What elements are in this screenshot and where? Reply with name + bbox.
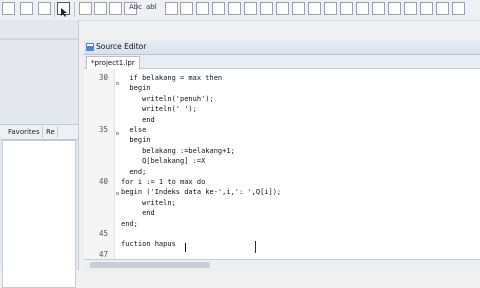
- tool-button[interactable]: [372, 2, 385, 15]
- source-editor-header: Source Editor: [84, 40, 480, 55]
- tab-re[interactable]: Re: [44, 126, 58, 138]
- line-number: 45: [98, 229, 108, 238]
- tool-button[interactable]: [388, 2, 401, 15]
- code-line[interactable]: end;: [121, 167, 146, 177]
- tool-button[interactable]: [244, 2, 257, 15]
- tool-button[interactable]: [20, 2, 33, 15]
- tool-button[interactable]: [276, 2, 289, 15]
- tool-button[interactable]: [356, 2, 369, 15]
- pointer-tool-button[interactable]: [57, 2, 70, 17]
- tool-button[interactable]: [109, 2, 122, 15]
- code-area[interactable]: if belakang = max then begin writeln('pe…: [121, 69, 480, 270]
- source-editor-title: Source Editor: [96, 42, 147, 51]
- line-number: [84, 94, 108, 104]
- tool-button[interactable]: [260, 2, 273, 15]
- code-line[interactable]: for i := 1 to max do: [121, 177, 205, 187]
- left-dock-tabs: Favorites Re: [0, 124, 78, 140]
- dock-strip: [0, 38, 78, 40]
- mouse-ibeam-cursor: [255, 241, 256, 253]
- editor-tab-bar: *project1.lpr: [84, 55, 480, 69]
- tool-button[interactable]: [452, 2, 465, 15]
- line-number: [84, 115, 108, 125]
- left-dock-panel: [2, 140, 76, 288]
- line-number: [84, 187, 108, 197]
- line-number: [84, 167, 108, 177]
- horizontal-scrollbar[interactable]: [84, 259, 480, 271]
- fold-marker[interactable]: [116, 82, 119, 85]
- tool-button[interactable]: [94, 2, 107, 15]
- line-number: [84, 146, 108, 156]
- tool-button[interactable]: [308, 2, 321, 15]
- left-dock: Favorites Re: [0, 20, 79, 288]
- tool-button[interactable]: [2, 2, 15, 15]
- line-number: 40: [98, 177, 108, 186]
- code-line[interactable]: end: [121, 208, 155, 218]
- line-number-gutter: 30 35 40 45 47: [84, 69, 115, 270]
- line-number: [84, 198, 108, 208]
- line-number: 35: [98, 125, 108, 134]
- line-number: [84, 135, 108, 145]
- tool-button[interactable]: [165, 2, 178, 15]
- tab-favorites[interactable]: Favorites: [6, 126, 43, 138]
- code-line[interactable]: begin: [121, 135, 150, 145]
- text-caret: [185, 243, 186, 252]
- tool-button[interactable]: [228, 2, 241, 15]
- line-number: [84, 208, 108, 218]
- code-line[interactable]: if belakang = max then: [121, 73, 222, 83]
- tool-button[interactable]: [180, 2, 193, 15]
- tool-button[interactable]: [38, 2, 51, 15]
- code-line[interactable]: begin ('Indeks data ke-',i,': ',Q[i]);: [121, 187, 281, 197]
- tool-button[interactable]: [212, 2, 225, 15]
- label-tool-text[interactable]: Abc: [129, 3, 142, 11]
- line-number: [84, 83, 108, 93]
- code-line[interactable]: belakang :=belakang+1;: [121, 146, 235, 156]
- fold-marker[interactable]: [116, 132, 119, 135]
- tool-button[interactable]: [340, 2, 353, 15]
- edit-tool-text[interactable]: abl: [146, 3, 157, 11]
- tool-button[interactable]: [436, 2, 449, 15]
- tool-button[interactable]: [79, 2, 92, 15]
- code-line[interactable]: writeln(' ');: [121, 104, 197, 114]
- line-number: [84, 104, 108, 114]
- line-number: 30: [98, 73, 108, 82]
- file-tab[interactable]: *project1.lpr: [86, 56, 140, 69]
- code-line[interactable]: begin: [121, 83, 150, 93]
- toolbar-separator: [74, 2, 75, 17]
- scrollbar-thumb[interactable]: [90, 262, 210, 268]
- toolbar-separator: [54, 2, 55, 17]
- tool-button[interactable]: [324, 2, 337, 15]
- code-line[interactable]: else: [121, 125, 146, 135]
- tool-button[interactable]: [292, 2, 305, 15]
- code-line[interactable]: writeln('penuh');: [121, 94, 214, 104]
- fold-marker[interactable]: [116, 192, 119, 195]
- tool-button[interactable]: [404, 2, 417, 15]
- line-number: [84, 156, 108, 166]
- code-line[interactable]: end;: [121, 219, 138, 229]
- editor-icon: [86, 43, 94, 51]
- line-number: [84, 239, 108, 249]
- line-number: [84, 219, 108, 229]
- tool-button[interactable]: [420, 2, 433, 15]
- code-line[interactable]: end: [121, 115, 155, 125]
- code-line[interactable]: fuction hapus: [121, 239, 176, 249]
- code-line[interactable]: Q[belakang] :=X: [121, 156, 205, 166]
- toolbar: Abc abl: [0, 0, 480, 21]
- tool-button[interactable]: [196, 2, 209, 15]
- pointer-icon: [61, 8, 67, 17]
- code-line[interactable]: writeln;: [121, 198, 176, 208]
